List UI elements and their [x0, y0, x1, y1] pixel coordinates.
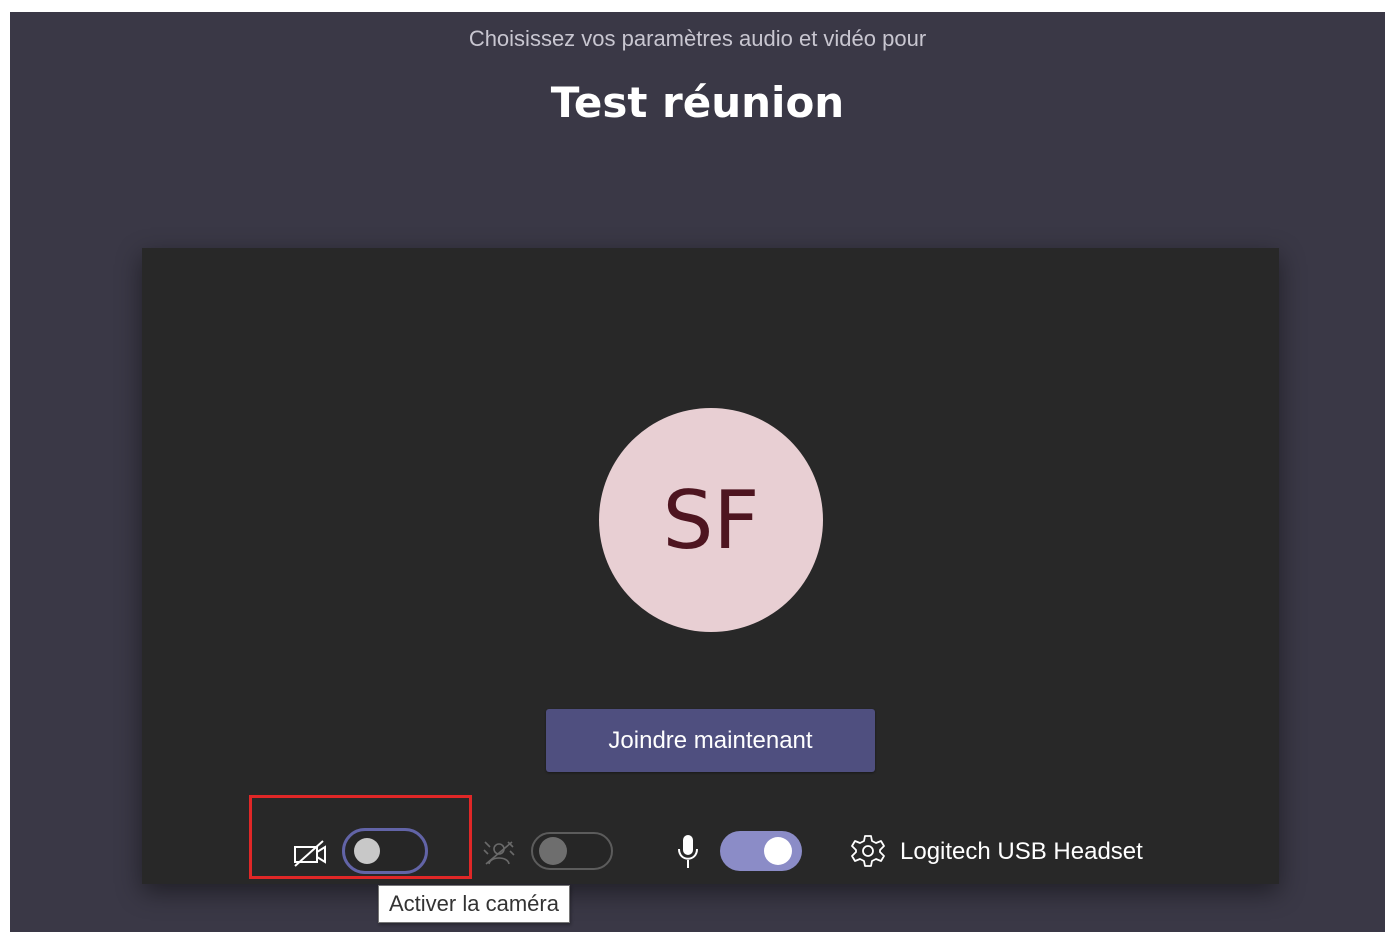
meeting-title: Test réunion — [550, 78, 845, 127]
microphone-toggle[interactable] — [720, 831, 802, 871]
camera-highlight-box — [249, 795, 472, 879]
join-now-button[interactable]: Joindre maintenant — [546, 709, 875, 772]
prejoin-subtitle: Choisissez vos paramètres audio et vidéo… — [468, 26, 927, 51]
audio-device-label[interactable]: Logitech USB Headset — [900, 838, 1143, 866]
microphone-toggle-knob — [764, 837, 792, 865]
microphone-icon — [675, 832, 701, 872]
avatar: SF — [599, 408, 823, 632]
background-blur-icon — [482, 838, 516, 868]
background-blur-toggle-knob — [539, 837, 567, 865]
meeting-prejoin-window: Choisissez vos paramètres audio et vidéo… — [10, 12, 1385, 932]
camera-tooltip: Activer la caméra — [378, 885, 570, 923]
gear-icon[interactable] — [850, 833, 886, 869]
video-preview-panel: SF Joindre maintenant Logitech USB Heads… — [142, 248, 1279, 884]
background-blur-toggle[interactable] — [531, 832, 613, 870]
